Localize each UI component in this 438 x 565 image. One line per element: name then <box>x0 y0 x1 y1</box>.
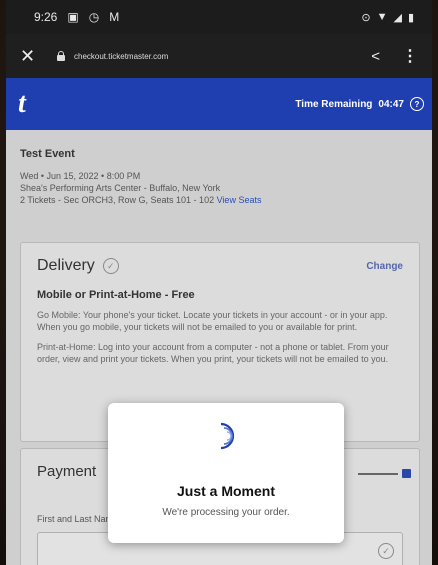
tickets-detail: 2 Tickets - Sec ORCH3, Row G, Seats 101 … <box>20 195 215 205</box>
url-bar[interactable]: checkout.ticketmaster.com <box>74 52 371 61</box>
delivery-option: Mobile or Print-at-Home - Free <box>37 289 195 301</box>
close-icon[interactable]: ✕ <box>20 46 42 67</box>
event-venue: Shea's Performing Arts Center - Buffalo,… <box>20 183 221 193</box>
progress-step <box>402 469 411 478</box>
message-icon: ▣ <box>67 10 79 24</box>
help-icon[interactable]: ? <box>410 97 424 111</box>
event-tickets: 2 Tickets - Sec ORCH3, Row G, Seats 101 … <box>20 194 420 206</box>
loading-spinner-icon <box>220 422 235 450</box>
phone-screen: 9:26 ▣ ◷ M ⊙ ▼ ◢ ▮ ✕ checkout.ticketmast… <box>6 0 432 565</box>
change-delivery-button[interactable]: Change <box>366 261 403 272</box>
wifi-icon: ▼ <box>376 11 388 23</box>
alarm-icon: ⊙ <box>361 11 371 24</box>
ticketmaster-header: t Time Remaining 04:47 ? <box>6 78 432 130</box>
checkmark-icon: ✓ <box>378 543 394 559</box>
status-bar: 9:26 ▣ ◷ M ⊙ ▼ ◢ ▮ <box>6 0 432 34</box>
clock-icon: ◷ <box>88 10 100 24</box>
payment-progress <box>358 469 411 478</box>
battery-icon: ▮ <box>407 11 414 24</box>
mobile-delivery-text: Go Mobile: Your phone's your ticket. Loc… <box>37 310 388 332</box>
status-time: 9:26 <box>34 10 58 24</box>
time-remaining-label: Time Remaining <box>295 98 373 110</box>
processing-dialog: Just a Moment We're processing your orde… <box>108 403 344 543</box>
progress-line <box>358 472 398 475</box>
photo-background: 9:26 ▣ ◷ M ⊙ ▼ ◢ ▮ ✕ checkout.ticketmast… <box>0 0 438 565</box>
event-summary: Test Event Wed • Jun 15, 2022 • 8:00 PM … <box>20 148 420 206</box>
dialog-title: Just a Moment <box>176 483 275 499</box>
time-remaining: Time Remaining 04:47 ? <box>295 97 424 111</box>
checkmark-icon: ✓ <box>102 258 119 274</box>
time-remaining-value: 04:47 <box>378 98 404 110</box>
share-icon[interactable]: < <box>371 48 380 65</box>
more-menu-icon[interactable]: ⋮ <box>402 46 418 66</box>
event-title: Test Event <box>20 148 75 160</box>
delivery-heading-wrap: Delivery ✓ <box>37 257 119 275</box>
dialog-subtitle: We're processing your order. <box>162 507 290 518</box>
event-date: Wed • Jun 15, 2022 • 8:00 PM <box>20 171 141 181</box>
lock-icon <box>56 51 66 61</box>
delivery-heading: Delivery <box>37 257 95 274</box>
gmail-icon: M <box>109 10 120 24</box>
ticketmaster-logo[interactable]: t <box>18 88 26 120</box>
browser-toolbar: ✕ checkout.ticketmaster.com < ⋮ <box>6 34 432 78</box>
signal-icon: ◢ <box>393 11 402 24</box>
print-delivery-text: Print-at-Home: Log into your account fro… <box>37 342 389 364</box>
view-seats-link[interactable]: View Seats <box>217 195 262 205</box>
